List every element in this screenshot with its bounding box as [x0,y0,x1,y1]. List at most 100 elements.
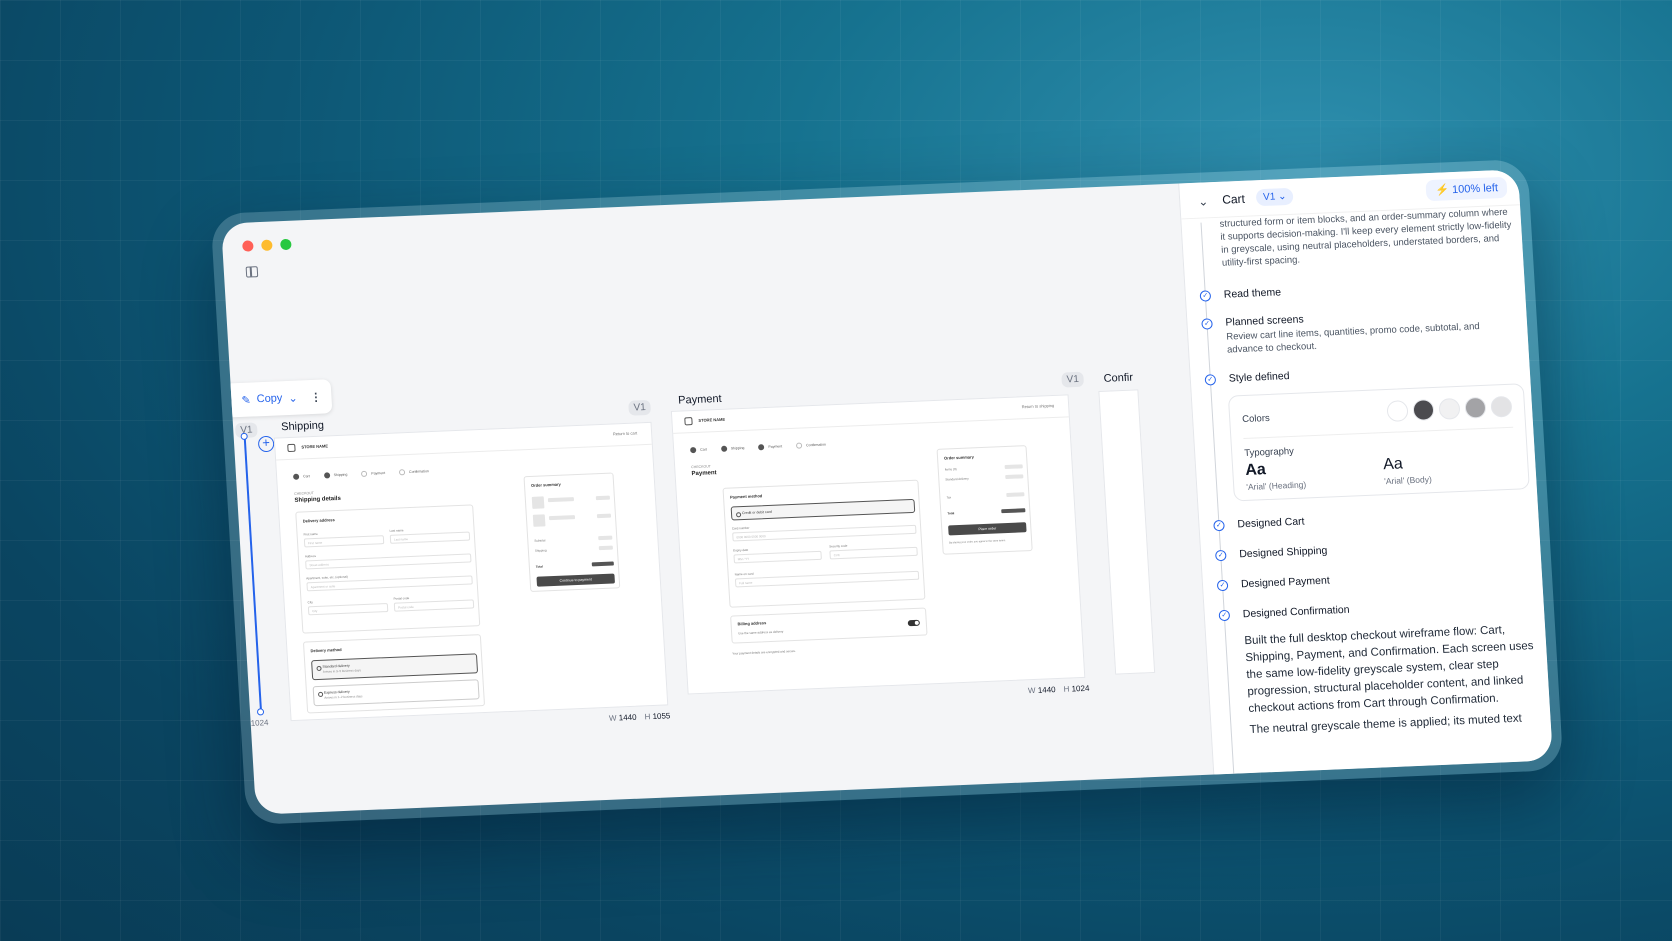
frame-title-payment[interactable]: Payment [678,393,722,407]
wf-delivery-address-card: Delivery address First name First name L… [295,504,481,634]
color-swatch[interactable] [1438,397,1461,420]
wf-label: Standard delivery [945,476,969,482]
wf-kicker: CHECKOUT [691,464,711,470]
close-window-button[interactable] [242,240,254,252]
step-title: Designed Shipping [1238,544,1328,561]
app-window: ✎ Copy ⌄ ⋮ V1 + 1024 Shipping V1 STORE N… [221,169,1553,815]
maximize-window-button[interactable] [280,238,292,251]
wf-order-summary-card: Order summary Subtotal Shipping Total Co… [523,472,621,593]
color-swatch[interactable] [1412,399,1435,421]
wf-label: Use the same address as delivery [738,629,784,636]
wf-label: Total [947,511,955,516]
wf-label: Security code [829,543,848,549]
wf-radio-express: Express delivery Arrives in 1–2 business … [312,679,480,707]
wf-label: Name on card [734,571,754,577]
add-frame-button[interactable]: + [257,435,275,453]
wf-payment-method-card: Payment method Credit or debit card Card… [722,479,926,608]
shipping-artboard[interactable]: STORE NAME Return to cart Cart Shipping … [273,421,669,722]
wf-label: City [307,600,313,605]
wf-header: STORE NAME Return to shipping [671,395,1069,434]
wf-step: Cart [690,446,707,454]
wf-step: Payment [758,443,782,451]
body-font-name: 'Arial' (Body) [1383,474,1433,487]
pen-icon[interactable]: ✎ [241,393,251,406]
colors-label: Colors [1241,412,1271,426]
minimize-window-button[interactable] [261,239,273,251]
payment-artboard[interactable]: STORE NAME Return to shipping Cart Shipp… [670,394,1086,695]
wf-card-title: Order summary [530,481,561,488]
wf-label: Items (3) [944,467,957,472]
wf-card-title: Delivery address [302,517,335,524]
frame-title-shipping[interactable]: Shipping [281,420,325,434]
check-circle-icon: ✓ [1199,290,1212,302]
color-swatch[interactable] [1464,396,1487,419]
wf-title: Payment [691,470,717,478]
version-dropdown[interactable]: V1 ⌄ [1255,187,1295,207]
selection-handle-top[interactable] [240,432,248,441]
wf-input: Last name [389,531,471,544]
plan-intro-text: structured form or item blocks, and an o… [1219,206,1512,269]
payment-dimensions: W 1440 H 1024 [1027,683,1090,696]
wf-label: First name [303,531,318,537]
wf-radio-card: Credit or debit card [730,498,916,521]
wf-step: Payment [361,470,385,477]
step-title: Designed Payment [1240,574,1331,591]
typography-label: Typography [1243,445,1295,459]
payment-version-badge[interactable]: V1 [1061,371,1085,388]
wf-stepper: Cart Shipping Payment Confirmation [690,442,826,454]
color-swatch[interactable] [1490,395,1513,418]
sidebar-toggle-icon[interactable] [245,266,259,278]
copy-button[interactable]: Copy [256,392,282,405]
wf-kicker: CHECKOUT [294,491,314,496]
check-circle-icon: ✓ [1214,549,1227,562]
wf-input: Street address [305,553,472,570]
wf-label: Last name [389,528,404,533]
check-circle-icon: ✓ [1204,374,1217,386]
wf-label: Tax [946,495,952,500]
selection-handle-bottom[interactable] [256,708,265,716]
confirmation-artboard[interactable] [1098,389,1156,675]
version-label: V1 [1262,191,1276,203]
left-frame-height: 1024 [250,718,269,728]
wf-label: Apartment, suite, etc. (optional) [306,574,348,581]
more-options-icon[interactable]: ⋮ [310,390,322,403]
design-canvas[interactable]: V1 + 1024 Shipping V1 STORE NAME Return … [233,372,1156,783]
color-swatch[interactable] [1386,400,1409,422]
wf-toggle [907,619,920,627]
step-title: Read theme [1223,286,1282,301]
wf-return-link: Return to shipping [1021,402,1055,410]
wf-header: STORE NAME Return to cart [274,422,652,461]
wf-radio-standard: Standard delivery Arrives in 3–5 business… [311,653,479,681]
wf-input: City [307,603,389,616]
heading-font-name: 'Arial' (Heading) [1245,479,1307,492]
wf-input: First name [303,535,385,548]
summary-text: Built the full desktop checkout wirefram… [1244,621,1550,743]
wf-label: Shipping [534,548,547,553]
wf-title: Shipping details [294,495,342,504]
shipping-version-badge[interactable]: V1 [628,399,652,416]
check-circle-icon: ✓ [1201,318,1213,330]
selection-edge[interactable] [243,436,263,713]
step-title: Style defined [1228,370,1290,385]
wf-delivery-method-card: Delivery method Standard delivery Arrives… [302,634,486,714]
wf-card-title: Delivery method [310,646,342,654]
floating-toolbar: ✎ Copy ⌄ ⋮ [221,379,333,418]
heading-font-sample: Aa [1244,461,1267,479]
color-swatches [1386,395,1513,422]
wf-continue-button: Continue to payment [536,573,615,587]
frame-title-confirmation[interactable]: Confir [1103,372,1133,385]
wf-stepper: Cart Shipping Payment Confirmation [292,468,429,480]
chevron-down-icon[interactable]: ⌄ [288,391,298,404]
wf-label: Address [304,553,317,559]
collapse-chevron-icon[interactable]: ⌄ [1198,194,1209,208]
wf-input: Postal code [393,599,475,612]
wf-step: Shipping [323,472,348,479]
credits-badge[interactable]: ⚡ 100% left [1425,176,1508,202]
wf-label: Subtotal [534,538,546,543]
wf-card-title: Payment method [729,493,763,500]
timeline-line [1200,222,1235,774]
wf-step: Confirmation [795,442,826,449]
wf-note: Your payment details are encrypted and s… [732,648,797,656]
wf-step: Cart [292,473,310,480]
summary-paragraph: Built the full desktop checkout wirefram… [1244,624,1534,716]
